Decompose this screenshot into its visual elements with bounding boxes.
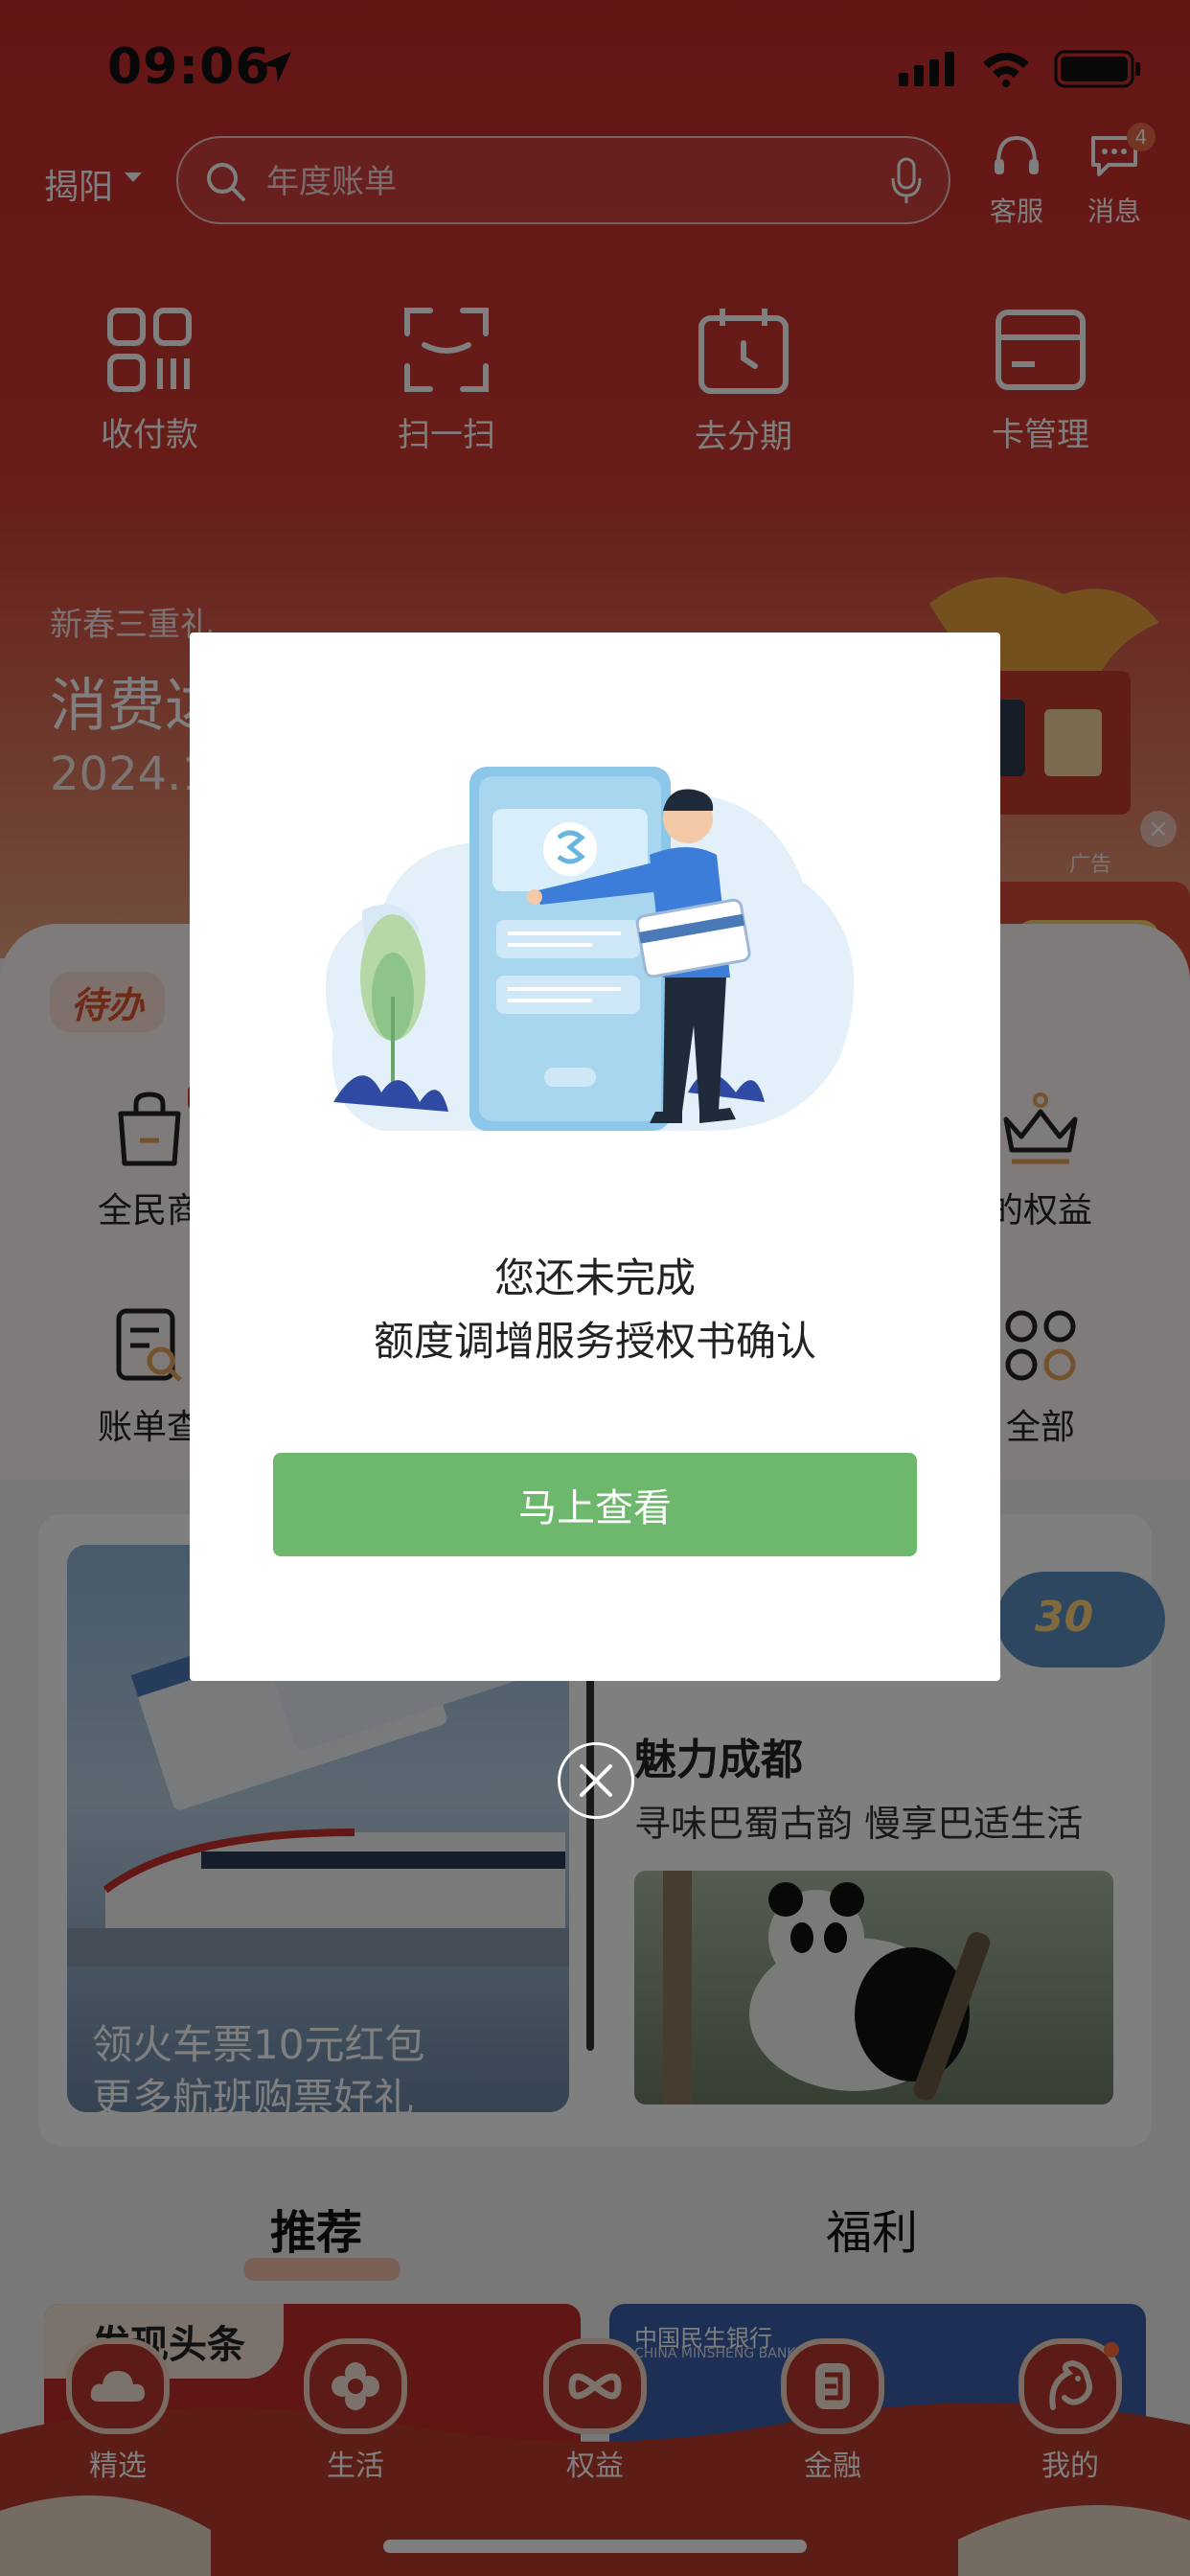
modal-message-line1: 您还未完成 bbox=[493, 1254, 696, 1301]
modal-message-line2: 额度调增服务授权书确认 bbox=[373, 1318, 816, 1365]
modal-close-button[interactable] bbox=[558, 1742, 634, 1819]
authorization-modal: 您还未完成 额度调增服务授权书确认 马上查看 bbox=[190, 632, 1000, 1681]
card-service-illustration bbox=[325, 767, 855, 1131]
view-now-button[interactable]: 马上查看 bbox=[273, 1453, 917, 1556]
close-icon bbox=[580, 1764, 612, 1797]
